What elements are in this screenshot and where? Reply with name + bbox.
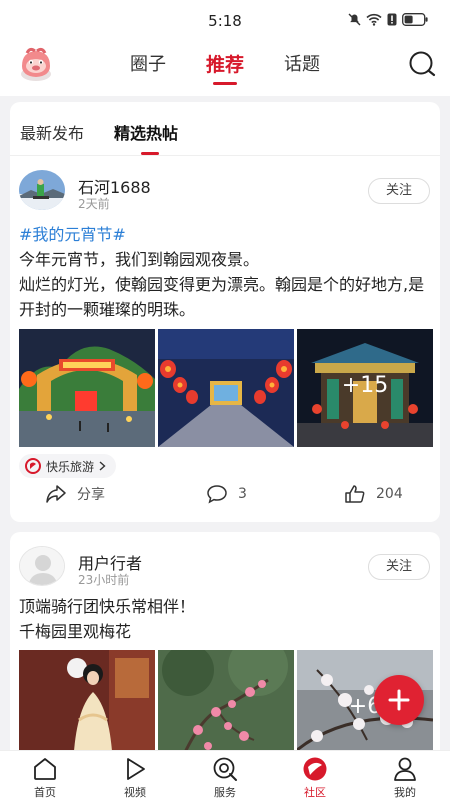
bottom-navigation: 首页 视频 服务 社区 我的 [0,750,450,800]
post-line: 千梅园里观梅花 [19,622,132,641]
nav-profile[interactable]: 我的 [360,751,450,800]
user-photo-icon [19,170,65,210]
status-icons [348,13,428,26]
post-image[interactable]: +15 [297,329,433,447]
nav-label: 我的 [394,786,416,799]
topic-chip[interactable]: 快乐旅游 [19,454,117,478]
topic-label: 快乐旅游 [46,459,95,474]
subtab-featured[interactable]: 精选热帖 [114,120,178,144]
tab-recommend[interactable]: 推荐 [206,50,244,85]
subtab-indicator [141,152,159,155]
plus-icon [388,689,410,711]
nav-video[interactable]: 视频 [90,751,180,800]
nav-label: 服务 [214,786,236,799]
post-content: #我的元宵节# 今年元宵节，我们到翰园观夜景。 灿烂的灯光，使翰园变得更为漂亮。… [19,222,432,322]
follow-button[interactable]: 关注 [368,178,430,204]
tab-circle[interactable]: 圈子 [130,50,166,85]
comment-icon [207,485,227,504]
post-actions: 分享 3 204 [10,482,440,512]
comment-count: 3 [238,486,247,502]
share-button[interactable]: 分享 [45,484,105,504]
nav-home[interactable]: 首页 [0,751,90,800]
follow-button[interactable]: 关注 [368,554,430,580]
subtab-latest[interactable]: 最新发布 [20,120,84,144]
post-image-grid: +15 [19,329,433,447]
status-bar: 5:18 [0,0,450,44]
nav-label: 视频 [124,786,146,799]
community-icon [303,757,327,781]
nav-service[interactable]: 服务 [180,751,270,800]
lantern-gate-image [19,329,155,447]
chevron-right-icon [99,461,106,471]
alert-icon [387,13,397,26]
post-time: 23小时前 [78,573,130,587]
post-card[interactable]: 用户行者 23小时前 关注 顶端骑行团快乐常相伴！ 千梅园里观梅花 +6 [10,532,440,768]
mute-icon [348,13,361,26]
post-image[interactable] [158,329,294,447]
home-icon [34,758,56,780]
avatar[interactable] [19,546,65,586]
share-icon [46,485,66,503]
default-avatar-icon [20,547,64,585]
like-count: 204 [376,486,403,502]
hashtag-link[interactable]: #我的元宵节# [19,222,432,247]
top-tabs: 圈子 推荐 话题 [0,50,450,85]
lantern-avenue-image [158,329,294,447]
post-image[interactable] [19,329,155,447]
like-button[interactable]: 204 [344,484,403,504]
post-line: 今年元宵节，我们到翰园观夜景。 [19,250,260,269]
nav-label: 社区 [304,786,326,799]
search-icon [409,51,436,77]
post-time: 2天前 [78,197,110,211]
nav-label: 首页 [34,786,56,799]
wifi-icon [366,13,382,26]
avatar[interactable] [19,170,65,210]
play-icon [127,758,145,780]
thumbs-up-icon [345,485,365,503]
service-icon [213,757,237,781]
battery-icon [402,13,428,26]
nav-community[interactable]: 社区 [270,751,360,800]
create-post-button[interactable] [374,675,424,725]
top-navigation: 圈子 推荐 话题 [0,44,450,96]
post-line: 顶端骑行团快乐常相伴！ [19,597,196,616]
profile-icon [394,757,416,781]
comment-button[interactable]: 3 [206,484,247,504]
more-images-count: +15 [341,373,389,398]
sub-tabs: 最新发布 精选热帖 [10,102,440,156]
search-button[interactable] [408,50,436,82]
post-content: 顶端骑行团快乐常相伴！ 千梅园里观梅花 [19,594,432,644]
post-card[interactable]: 石河1688 2天前 关注 #我的元宵节# 今年元宵节，我们到翰园观夜景。 灿烂… [10,156,440,522]
topic-icon [25,458,41,474]
post-line: 灿烂的灯光，使翰园变得更为漂亮。翰园是个的好地方,是开封的一颗璀璨的明珠。 [19,275,425,319]
tab-topics[interactable]: 话题 [284,50,320,85]
share-label: 分享 [77,487,105,503]
